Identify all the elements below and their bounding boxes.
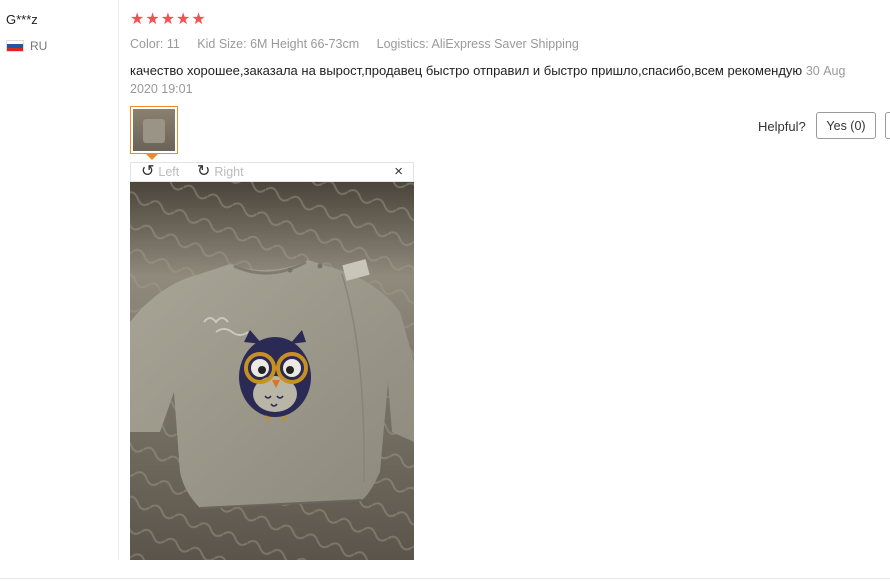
helpful-no-button[interactable]	[885, 112, 890, 139]
review-meta: Color: 11 Kid Size: 6M Height 66-73cm Lo…	[130, 37, 593, 51]
country-flag-icon	[6, 40, 24, 52]
helpful-yes-button[interactable]: Yes (0)	[816, 112, 876, 139]
review-separator	[0, 578, 890, 579]
rotate-right-icon: ↻	[197, 163, 211, 180]
reviewer-country: RU	[30, 39, 48, 53]
star-rating: ★★★★★	[130, 11, 207, 28]
rotate-left-button[interactable]: ↺ Left	[141, 164, 179, 180]
helpful-label: Helpful?	[758, 119, 806, 134]
review-photo-thumbnail[interactable]	[130, 106, 178, 154]
thumbnail-image	[133, 109, 175, 151]
meta-color: Color: 11	[130, 37, 180, 51]
rotate-right-label: Right	[214, 165, 244, 179]
review-body: качество хорошее,заказала на вырост,прод…	[130, 62, 860, 98]
rotate-left-label: Left	[158, 165, 180, 179]
reviewer-name: G***z	[6, 12, 38, 27]
rotate-right-button[interactable]: ↻ Right	[197, 164, 244, 180]
rotate-left-icon: ↺	[141, 163, 155, 180]
meta-kid-size: Kid Size: 6M Height 66-73cm	[197, 37, 360, 51]
review-photo-large	[130, 182, 414, 560]
close-icon[interactable]: ×	[394, 163, 403, 180]
column-divider	[118, 0, 119, 560]
review-text: качество хорошее,заказала на вырост,прод…	[130, 63, 803, 78]
meta-logistics: Logistics: AliExpress Saver Shipping	[376, 37, 579, 51]
image-viewer-toolbar: ↺ Left ↻ Right ×	[130, 162, 414, 182]
thumbnail-pointer	[146, 154, 158, 160]
